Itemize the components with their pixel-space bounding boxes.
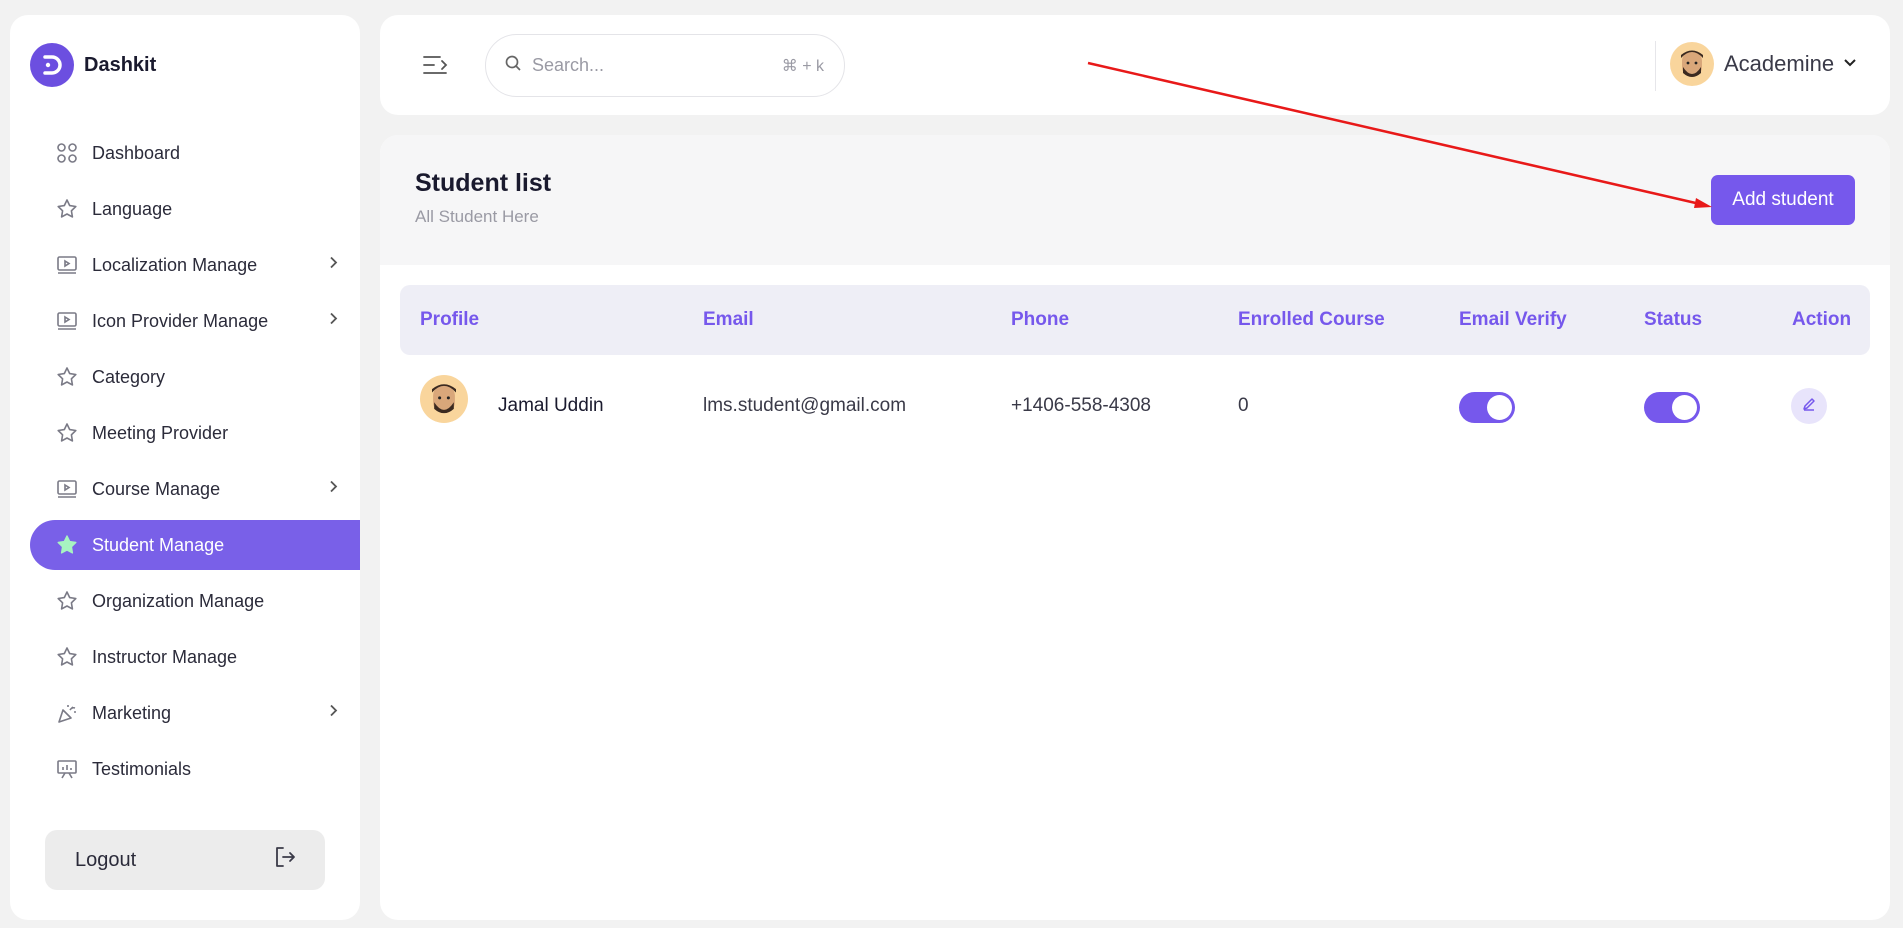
sidebar-item-label: Category: [92, 366, 166, 387]
star-icon: [56, 422, 78, 444]
star-icon: [56, 534, 78, 556]
sidebar-item-label: Course Manage: [92, 478, 221, 499]
sidebar-item-label: Testimonials: [92, 758, 192, 779]
toggle-knob: [1487, 395, 1512, 420]
main-content: Student list All Student Here Add studen…: [380, 135, 1890, 920]
monitor-play-icon: [56, 478, 78, 500]
email-verify-toggle[interactable]: [1459, 392, 1515, 423]
content-header: Student list All Student Here Add studen…: [380, 135, 1890, 265]
sidebar-item-label: Language: [92, 198, 173, 219]
avatar: [420, 375, 468, 423]
sidebar: Dashkit Dashboard Language Localization …: [10, 15, 360, 920]
search-icon: [504, 54, 522, 77]
page-title: Student list: [415, 169, 552, 197]
sidebar-item-instructor-manage[interactable]: Instructor Manage: [30, 632, 360, 682]
column-header-profile: Profile: [420, 309, 480, 330]
star-icon: [56, 366, 78, 388]
edit-button[interactable]: [1791, 388, 1827, 424]
star-icon: [56, 198, 78, 220]
toggle-knob: [1672, 395, 1697, 420]
sidebar-item-label: Instructor Manage: [92, 646, 238, 667]
chevron-right-icon: [328, 256, 338, 275]
sidebar-item-label: Dashboard: [92, 142, 181, 163]
search-shortcut: ⌘ + k: [781, 57, 824, 75]
logout-icon: [273, 845, 297, 875]
sidebar-item-dashboard[interactable]: Dashboard: [30, 128, 360, 178]
avatar: [1670, 42, 1714, 86]
page-subtitle: All Student Here: [415, 207, 539, 226]
menu-toggle-icon[interactable]: [422, 53, 450, 77]
student-table: Profile Email Phone Enrolled Course Emai…: [400, 285, 1870, 455]
chevron-right-icon: [328, 704, 338, 723]
column-header-phone: Phone: [1011, 309, 1070, 330]
brand[interactable]: Dashkit: [30, 43, 156, 87]
sidebar-item-localization-manage[interactable]: Localization Manage: [30, 240, 360, 290]
sidebar-item-label: Localization Manage: [92, 254, 258, 275]
sidebar-item-meeting-provider[interactable]: Meeting Provider: [30, 408, 360, 458]
monitor-play-icon: [56, 254, 78, 276]
student-email: lms.student@gmail.com: [703, 395, 907, 416]
pencil-icon: [1802, 397, 1816, 416]
user-menu[interactable]: Academine: [1670, 42, 1856, 86]
column-header-action: Action: [1792, 309, 1852, 330]
status-toggle[interactable]: [1644, 392, 1700, 423]
sidebar-item-organization-manage[interactable]: Organization Manage: [30, 576, 360, 626]
user-name: Academine: [1724, 51, 1835, 76]
brand-logo-icon: [30, 43, 74, 87]
sidebar-item-testimonials[interactable]: Testimonials: [30, 744, 360, 794]
brand-name: Dashkit: [84, 53, 157, 76]
chevron-right-icon: [328, 480, 338, 499]
star-icon: [56, 646, 78, 668]
search-box[interactable]: ⌘ + k: [485, 34, 845, 97]
sidebar-item-marketing[interactable]: Marketing: [30, 688, 360, 738]
logout-label: Logout: [75, 848, 137, 871]
sidebar-item-label: Student Manage: [92, 534, 225, 555]
monitor-play-icon: [56, 310, 78, 332]
search-input[interactable]: [532, 55, 782, 76]
chevron-down-icon: [1844, 55, 1856, 73]
sidebar-item-label: Marketing: [92, 702, 172, 723]
column-header-enrolled-course: Enrolled Course: [1238, 309, 1385, 330]
sidebar-item-course-manage[interactable]: Course Manage: [30, 464, 360, 514]
topbar: ⌘ + k Academine: [380, 15, 1890, 115]
column-header-email: Email: [703, 309, 754, 330]
sidebar-item-label: Meeting Provider: [92, 422, 229, 443]
star-icon: [56, 590, 78, 612]
sidebar-item-label: Organization Manage: [92, 590, 265, 611]
sidebar-item-student-manage[interactable]: Student Manage: [30, 520, 360, 570]
column-header-email-verify: Email Verify: [1459, 309, 1567, 330]
grid-icon: [56, 142, 78, 164]
chevron-right-icon: [328, 312, 338, 331]
party-popper-icon: [56, 702, 78, 724]
student-name: Jamal Uddin: [498, 395, 604, 416]
student-phone: +1406-558-4308: [1011, 395, 1151, 416]
sidebar-item-language[interactable]: Language: [30, 184, 360, 234]
topbar-divider: [1655, 41, 1656, 91]
sidebar-item-label: Icon Provider Manage: [92, 310, 269, 331]
table-header: Profile Email Phone Enrolled Course Emai…: [400, 285, 1870, 355]
add-student-button[interactable]: Add student: [1711, 175, 1855, 225]
column-header-status: Status: [1644, 309, 1703, 330]
sidebar-item-icon-provider-manage[interactable]: Icon Provider Manage: [30, 296, 360, 346]
presentation-icon: [56, 758, 78, 780]
student-enrolled-course: 0: [1238, 395, 1249, 416]
sidebar-item-category[interactable]: Category: [30, 352, 360, 402]
logout-button[interactable]: Logout: [45, 830, 325, 890]
table-row: Jamal Uddin lms.student@gmail.com +1406-…: [400, 355, 1870, 455]
sidebar-nav: Dashboard Language Localization Manage I…: [30, 128, 360, 800]
